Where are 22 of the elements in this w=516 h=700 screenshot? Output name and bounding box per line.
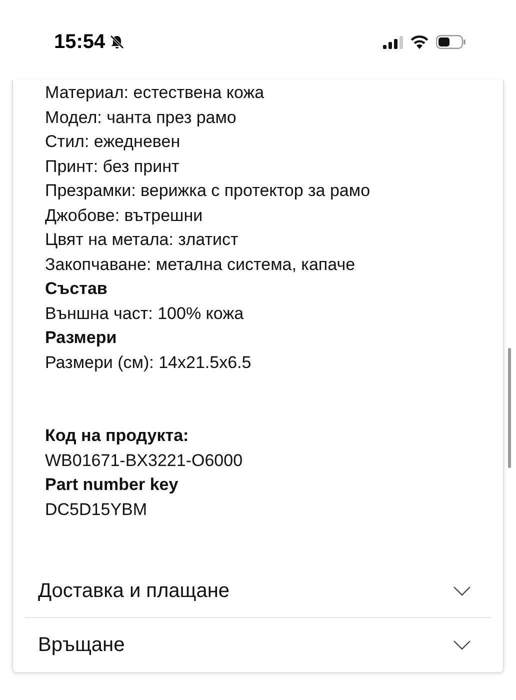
section-heading: Part number key xyxy=(45,474,178,496)
detail-text: Цвят на метала: златист xyxy=(45,229,238,251)
detail-text: Джобове: вътрешни xyxy=(45,204,203,226)
accordion-header[interactable]: Връщане xyxy=(25,618,491,672)
wifi-icon xyxy=(410,35,429,49)
status-time: 15:54 xyxy=(54,30,106,55)
section-heading: Код на продукта: xyxy=(45,425,189,447)
detail-text: Стил: ежедневен xyxy=(45,131,180,153)
accordion-header[interactable]: Доставка и плащане xyxy=(25,564,491,618)
detail-text: Размери (см): 14x21.5x6.5 xyxy=(45,352,252,374)
detail-text: WB01671-BX3221-O6000 xyxy=(45,450,243,472)
detail-text: Презрамки: верижка с протектор за рамо xyxy=(45,180,370,202)
detail-text: DC5D15YBM xyxy=(45,498,148,520)
signal-icon xyxy=(383,36,403,48)
section-heading: Състав xyxy=(45,278,108,300)
detail-text: Модел: чанта през рамо xyxy=(45,106,236,128)
battery-icon xyxy=(436,35,466,49)
detail-text: Принт: без принт xyxy=(45,156,180,178)
detail-text: Закопчаване: метална система, капаче xyxy=(45,254,356,276)
section-heading: Размери xyxy=(45,327,117,349)
detail-text: Материал: естествена кожа xyxy=(45,82,264,104)
detail-text: Външна част: 100% кожа xyxy=(45,302,244,324)
